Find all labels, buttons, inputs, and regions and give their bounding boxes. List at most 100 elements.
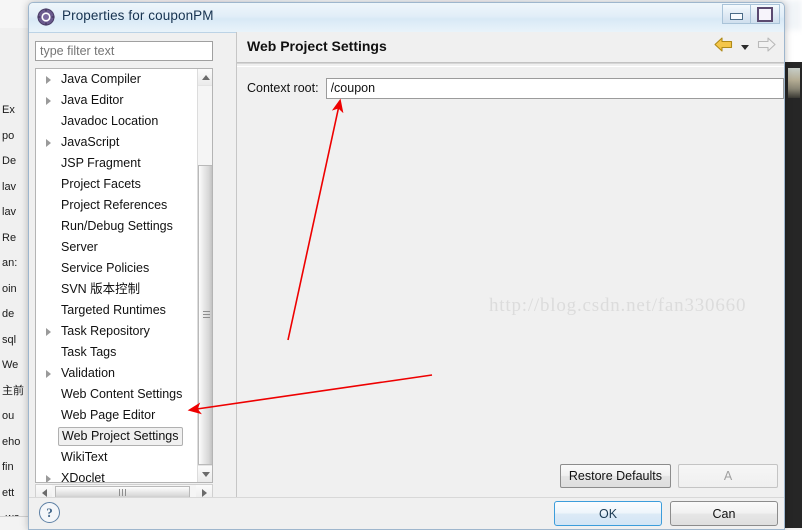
- ok-button[interactable]: OK: [554, 501, 662, 526]
- tree-item-task-repository[interactable]: Task Repository: [36, 321, 198, 342]
- tree-item-label: Web Page Editor: [61, 408, 156, 422]
- tree-item-xdoclet[interactable]: XDoclet: [36, 468, 198, 482]
- settings-tree-items: Java Compiler Java Editor Javadoc Location…: [36, 69, 198, 482]
- content-buttons: Restore Defaults A: [559, 464, 784, 488]
- tree-item-server[interactable]: Server: [36, 237, 198, 258]
- tree-item-web-project-settings[interactable]: Web Project Settings: [36, 426, 198, 447]
- maximize-icon: [757, 6, 773, 22]
- tree-item-javadoc-location[interactable]: Javadoc Location: [36, 111, 198, 132]
- forward-arrow-icon: [757, 37, 776, 57]
- chevron-left-icon: [41, 488, 47, 497]
- background-label: ou: [2, 410, 15, 422]
- settings-tree[interactable]: Java Compiler Java Editor Javadoc Location…: [35, 68, 213, 483]
- tree-scroll-thumb[interactable]: [198, 165, 212, 465]
- tree-scroll-up-button[interactable]: [198, 69, 212, 86]
- maximize-button[interactable]: [751, 4, 780, 24]
- tree-item-label: Web Project Settings: [58, 427, 183, 446]
- tree-item-wikitext[interactable]: WikiText: [36, 447, 198, 468]
- history-dropdown-icon[interactable]: [741, 44, 749, 50]
- tree-item-java-editor[interactable]: Java Editor: [36, 90, 198, 111]
- background-label: eho: [2, 435, 21, 448]
- tree-item-service-policies[interactable]: Service Policies: [36, 258, 198, 279]
- tree-item-web-page-editor[interactable]: Web Page Editor: [36, 405, 198, 426]
- background-label: lav: [2, 206, 17, 218]
- tree-item-targeted-runtimes[interactable]: Targeted Runtimes: [36, 300, 198, 321]
- expand-arrow-icon[interactable]: [46, 139, 51, 147]
- tree-item-jsp-fragment[interactable]: JSP Fragment: [36, 153, 198, 174]
- expand-arrow-icon[interactable]: [46, 370, 51, 378]
- tree-item-svn[interactable]: SVN 版本控制: [36, 279, 198, 300]
- window-controls: [722, 4, 780, 24]
- context-root-input[interactable]: [325, 77, 784, 99]
- properties-dialog: Properties for couponPM Java CompilerJav…: [28, 2, 785, 530]
- minimize-button[interactable]: [722, 4, 751, 24]
- content-header: Web Project Settings: [237, 32, 784, 63]
- chevron-up-icon: [201, 74, 210, 80]
- tree-item-label: Service Policies: [61, 261, 150, 275]
- tree-item-java-compiler[interactable]: Java Compiler: [36, 69, 198, 90]
- expand-arrow-icon[interactable]: [46, 97, 51, 105]
- tree-item-label: Project References: [61, 198, 168, 212]
- grip-icon: [203, 311, 210, 319]
- background-label: sql: [2, 333, 17, 346]
- expand-arrow-icon[interactable]: [46, 76, 51, 84]
- background-label: De: [2, 155, 17, 167]
- settings-content-panel: Web Project Settings Context root: /coup…: [236, 32, 784, 498]
- restore-defaults-button[interactable]: Restore Defaults: [559, 464, 671, 488]
- background-left-labels: Ex po De lav lav Re an: oin de sql We 主前 ou eho fin ett…: [0, 98, 28, 530]
- tree-item-javascript[interactable]: JavaScript: [36, 132, 198, 153]
- expand-arrow-icon[interactable]: [46, 475, 51, 482]
- tree-item-project-references[interactable]: Project References: [36, 195, 198, 216]
- context-root-label: Context root:: [247, 81, 319, 95]
- background-label: an:: [2, 257, 18, 269]
- tree-item-label: Java Editor: [61, 93, 124, 107]
- tree-item-web-content-settings[interactable]: Web Content Settings: [36, 384, 198, 405]
- cancel-button[interactable]: Can: [670, 501, 778, 526]
- tree-item-label: Validation: [61, 366, 115, 380]
- settings-tree-panel: Java Compiler Java Editor Javadoc Location…: [29, 32, 236, 502]
- background-right-thumbnail: [788, 68, 800, 98]
- chevron-right-icon: [201, 488, 207, 497]
- tree-item-label: Project Facets: [61, 177, 141, 191]
- background-label: Ex: [2, 104, 15, 116]
- help-icon[interactable]: ?: [39, 502, 60, 523]
- tree-item-label: Task Tags: [61, 345, 117, 359]
- background-label: de: [2, 308, 15, 320]
- dialog-footer: ? OK Can: [29, 497, 784, 529]
- tree-item-label: Server: [61, 240, 98, 254]
- filter-input[interactable]: [35, 41, 213, 61]
- tree-item-label: Java Compiler: [61, 72, 141, 86]
- tree-vertical-scrollbar[interactable]: [197, 69, 212, 482]
- tree-item-label: JavaScript: [61, 135, 120, 149]
- background-label: oin: [2, 282, 17, 295]
- minimize-icon: [730, 12, 743, 20]
- tree-item-label: Javadoc Location: [61, 114, 159, 128]
- page-title: Web Project Settings: [247, 38, 387, 54]
- tree-item-task-tags[interactable]: Task Tags: [36, 342, 198, 363]
- eclipse-properties-icon: [37, 8, 55, 26]
- background-label: po: [2, 129, 15, 142]
- tree-item-label: SVN 版本控制: [61, 282, 141, 296]
- apply-button[interactable]: A: [678, 464, 778, 488]
- tree-scroll-down-button[interactable]: [198, 465, 212, 482]
- tree-item-label: Run/Debug Settings: [61, 219, 173, 233]
- footer-buttons: OK Can: [554, 501, 778, 526]
- tree-item-validation[interactable]: Validation: [36, 363, 198, 384]
- background-label: fin: [2, 461, 14, 473]
- tree-item-label: Web Content Settings: [61, 387, 183, 401]
- tree-item-label: JSP Fragment: [61, 156, 141, 170]
- content-divider: [237, 63, 784, 67]
- tree-item-label: Targeted Runtimes: [61, 303, 166, 317]
- screen: Ex po De lav lav Re an: oin de sql We 主前 ou eho fin ett…: [0, 0, 802, 530]
- dialog-titlebar[interactable]: Properties for couponPM: [29, 3, 784, 33]
- background-label: Re: [2, 231, 17, 244]
- tree-item-label: Task Repository: [61, 324, 150, 338]
- grip-icon: [118, 489, 127, 496]
- context-root-row: Context root:: [237, 76, 784, 100]
- tree-item-run-debug-settings[interactable]: Run/Debug Settings: [36, 216, 198, 237]
- back-arrow-icon[interactable]: [714, 37, 733, 57]
- expand-arrow-icon[interactable]: [46, 328, 51, 336]
- watermark-text: http://blog.csdn.net/fan330660: [489, 295, 747, 316]
- background-right-dark-panel: [785, 62, 802, 528]
- tree-item-project-facets[interactable]: Project Facets: [36, 174, 198, 195]
